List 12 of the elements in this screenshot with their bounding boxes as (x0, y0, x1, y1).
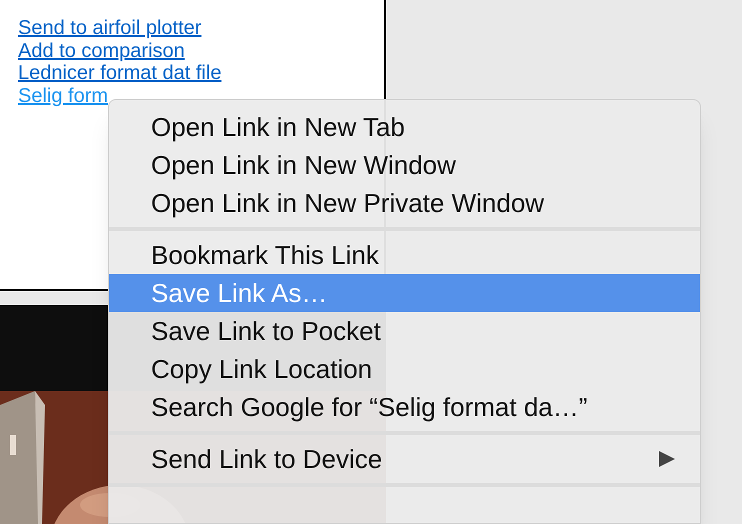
menu-item[interactable]: Search Google for “Selig format da…” (109, 388, 700, 426)
link[interactable]: Add to comparison (18, 40, 185, 62)
menu-item[interactable]: Copy Link Location (109, 350, 700, 388)
link[interactable]: Lednicer format dat file (18, 62, 222, 84)
submenu-arrow-icon (658, 450, 676, 468)
menu-item[interactable]: Bookmark This Link (109, 236, 700, 274)
menu-item[interactable]: Save Link to Pocket (109, 312, 700, 350)
link[interactable]: Send to airfoil plotter (18, 17, 202, 40)
menu-item[interactable]: Open Link in New Tab (109, 108, 700, 146)
menu-item[interactable]: Open Link in New Window (109, 146, 700, 184)
menu-item[interactable]: Send Link to Device (109, 440, 700, 478)
menu-item[interactable]: Open Link in New Private Window (109, 184, 700, 222)
